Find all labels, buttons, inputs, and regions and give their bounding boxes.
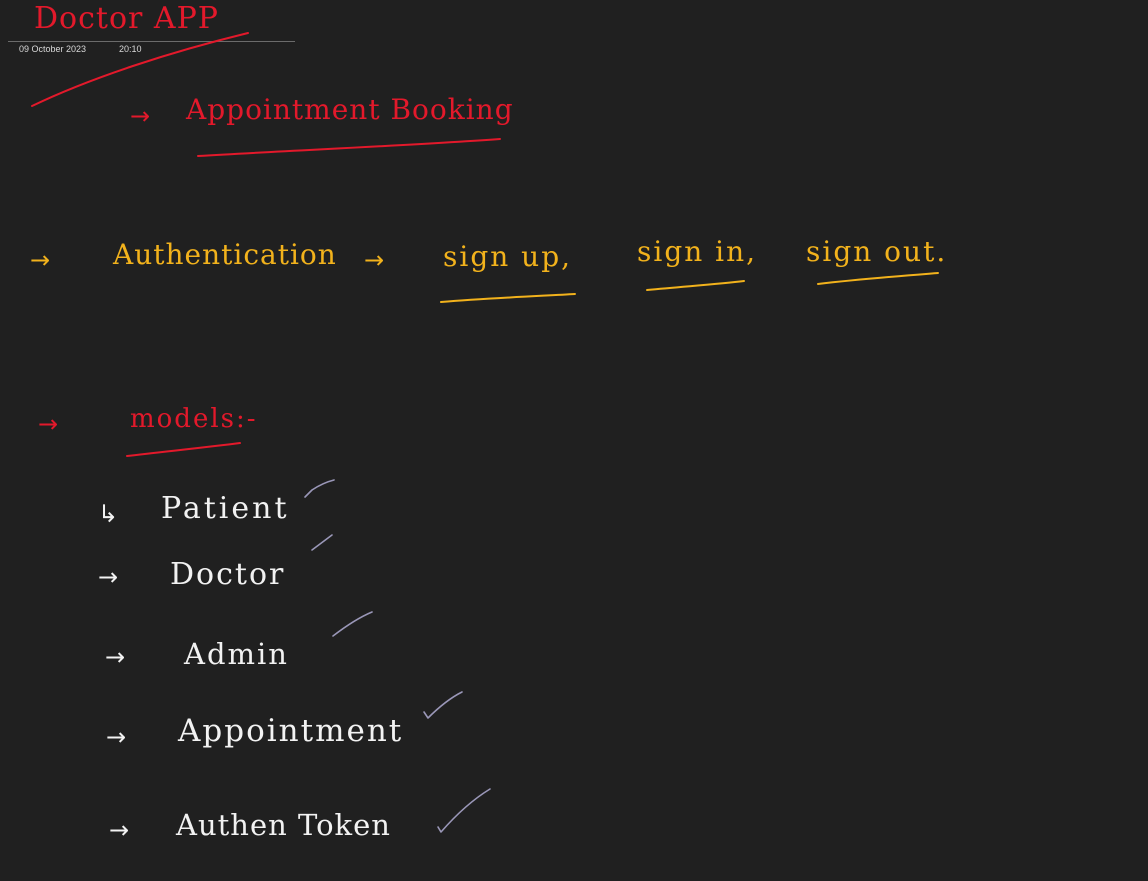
sign-out-underline [817,272,939,285]
patient-check-icon [304,479,335,498]
sign-up-underline [440,293,576,303]
authen-token-check-icon [437,788,491,833]
title-strike-stroke [31,32,249,107]
admin-check-icon [332,611,373,637]
models-underline [126,442,241,457]
appointment-check-icon [423,691,463,719]
ink-strokes [31,32,939,833]
sign-in-underline [646,280,745,291]
doctor-check-icon [311,534,333,551]
heading-underline [197,138,501,157]
